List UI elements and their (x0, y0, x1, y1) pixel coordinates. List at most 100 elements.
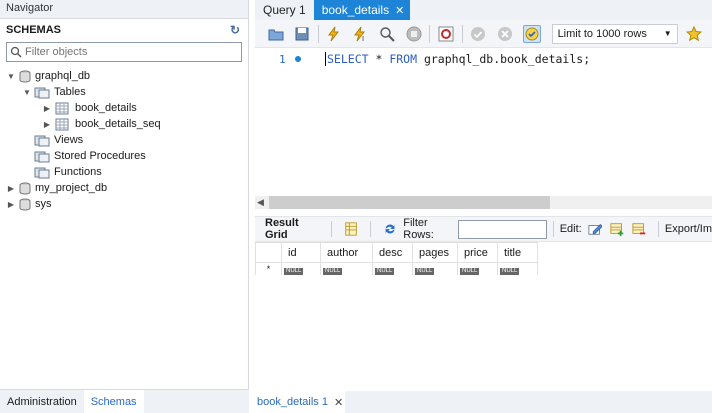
column-header[interactable]: id (281, 242, 321, 263)
column-header[interactable]: price (457, 242, 498, 263)
open-file-button[interactable] (267, 25, 284, 43)
result-tabs: book_details 1 ✕ (255, 391, 712, 413)
close-icon[interactable]: ✕ (395, 4, 404, 17)
database-icon (19, 182, 31, 195)
chevron-right-icon[interactable]: ▶ (42, 119, 52, 129)
column-header[interactable]: title (497, 242, 538, 263)
null-badge: NULL (415, 268, 435, 275)
toolbar-divider (429, 24, 431, 43)
chevron-right-icon[interactable]: ▶ (42, 103, 52, 113)
grid-view-icon[interactable] (344, 221, 358, 237)
edit-cell-icon[interactable] (588, 221, 602, 237)
close-icon[interactable]: ✕ (334, 396, 343, 409)
tab-book-details[interactable]: book_details ✕ (313, 0, 411, 20)
table-icon (55, 102, 69, 114)
save-button[interactable] (293, 25, 310, 43)
table-row[interactable]: * NULL NULL NULL NULL NULL NULL (255, 262, 538, 275)
table-icon (55, 118, 69, 130)
refresh-arrows-icon[interactable] (383, 221, 397, 237)
tree-item-book-details-seq[interactable]: ▶ book_details_seq (0, 116, 248, 132)
filter-rows-input[interactable] (458, 219, 547, 239)
result-grid-label[interactable]: Result Grid (255, 217, 317, 241)
line-number: 1 (279, 53, 286, 66)
grid-cell[interactable]: NULL (372, 262, 413, 275)
lightning-cursor-icon: I (353, 26, 365, 42)
grid-cell[interactable]: NULL (320, 262, 373, 275)
grid-cell[interactable]: NULL (412, 262, 458, 275)
grid-corner (255, 242, 282, 263)
editor-tabbar: Query 1 book_details ✕ (255, 0, 712, 20)
stop-button[interactable] (405, 25, 422, 43)
filter-objects-input[interactable] (25, 46, 235, 58)
tree-label: Functions (54, 166, 102, 178)
scroll-left-icon[interactable]: ◀ (257, 197, 264, 208)
explain-button[interactable] (379, 25, 396, 43)
result-grid[interactable]: id author desc pages price title * NULL … (255, 242, 538, 275)
sql-code[interactable]: SELECT * FROM graphql_db.book_details; (325, 52, 590, 66)
sql-text: graphql_db.book_details; (417, 52, 591, 66)
column-header[interactable]: author (320, 242, 373, 263)
editor-horizontal-scrollbar[interactable]: ◀ (255, 196, 712, 209)
column-header[interactable]: desc (372, 242, 413, 263)
tree-label: Tables (54, 86, 86, 98)
chevron-right-icon[interactable]: ▶ (6, 199, 16, 209)
export-import-label[interactable]: Export/Im (665, 223, 712, 235)
autocommit-button[interactable] (522, 24, 541, 43)
grid-cell[interactable]: NULL (457, 262, 498, 275)
toolbar-divider (331, 221, 333, 237)
tab-book-details-1[interactable]: book_details 1 ✕ (255, 391, 346, 413)
refresh-icon[interactable]: ↻ (228, 23, 242, 37)
schemas-header: SCHEMAS ↻ (0, 19, 248, 41)
dropdown-arrow-icon: ▼ (663, 29, 672, 38)
tree-item-book-details[interactable]: ▶ book_details (0, 100, 248, 116)
filter-objects-field[interactable] (6, 42, 242, 62)
tab-query-1[interactable]: Query 1 (255, 0, 314, 20)
chevron-right-icon[interactable]: ▶ (6, 183, 16, 193)
navigator-title: Navigator (0, 0, 248, 19)
execute-current-button[interactable]: I (352, 25, 369, 43)
star-plus-icon (686, 25, 703, 41)
tree-label: graphql_db (35, 70, 91, 82)
sql-toolbar: I Limit to 1000 rows ▼ (255, 20, 712, 48)
sql-editor[interactable]: 1 SELECT * FROM graphql_db.book_details; (255, 48, 712, 196)
tree-item-my-project-db[interactable]: ▶ my_project_db (0, 180, 248, 196)
tree-item-functions[interactable]: Functions (0, 164, 248, 180)
chevron-down-icon[interactable]: ▼ (6, 71, 16, 81)
null-badge: NULL (500, 268, 520, 275)
scrollbar-thumb[interactable] (269, 196, 550, 209)
magnifier-icon (380, 26, 396, 42)
chevron-down-icon[interactable]: ▼ (22, 87, 32, 97)
navigator-panel: Navigator SCHEMAS ↻ ▼ graphql_db ▼ Table… (0, 0, 249, 413)
stop-hand-icon (406, 26, 422, 41)
commit-button[interactable] (470, 25, 487, 43)
null-badge: NULL (375, 268, 395, 275)
tree-label: sys (35, 198, 52, 210)
toggle-error-button[interactable] (437, 25, 454, 43)
svg-text:I: I (362, 35, 364, 42)
tab-administration[interactable]: Administration (0, 390, 84, 413)
tab-schemas[interactable]: Schemas (83, 390, 144, 413)
tree-label: book_details_seq (75, 118, 161, 130)
tree-item-stored-procedures[interactable]: Stored Procedures (0, 148, 248, 164)
column-header[interactable]: pages (412, 242, 458, 263)
tree-item-tables[interactable]: ▼ Tables (0, 84, 248, 100)
limit-rows-select[interactable]: Limit to 1000 rows ▼ (551, 23, 678, 44)
grid-header-row: id author desc pages price title (255, 242, 538, 263)
beautify-button[interactable] (686, 25, 703, 43)
delete-row-icon[interactable] (632, 221, 646, 237)
grid-cell[interactable]: NULL (281, 262, 321, 275)
toolbar-divider (552, 221, 554, 237)
add-row-icon[interactable] (610, 221, 624, 237)
tree-item-graphql-db[interactable]: ▼ graphql_db (0, 68, 248, 84)
tree-item-sys[interactable]: ▶ sys (0, 196, 248, 212)
views-folder-icon (34, 135, 50, 146)
schemas-label: SCHEMAS (6, 24, 62, 36)
rollback-button[interactable] (496, 25, 513, 43)
toolbar-divider (317, 24, 319, 43)
statement-marker-icon (295, 56, 301, 62)
tree-label: Stored Procedures (54, 150, 146, 162)
execute-button[interactable] (326, 25, 343, 43)
grid-cell[interactable]: NULL (497, 262, 538, 275)
error-toggle-icon (438, 26, 454, 41)
tree-item-views[interactable]: Views (0, 132, 248, 148)
